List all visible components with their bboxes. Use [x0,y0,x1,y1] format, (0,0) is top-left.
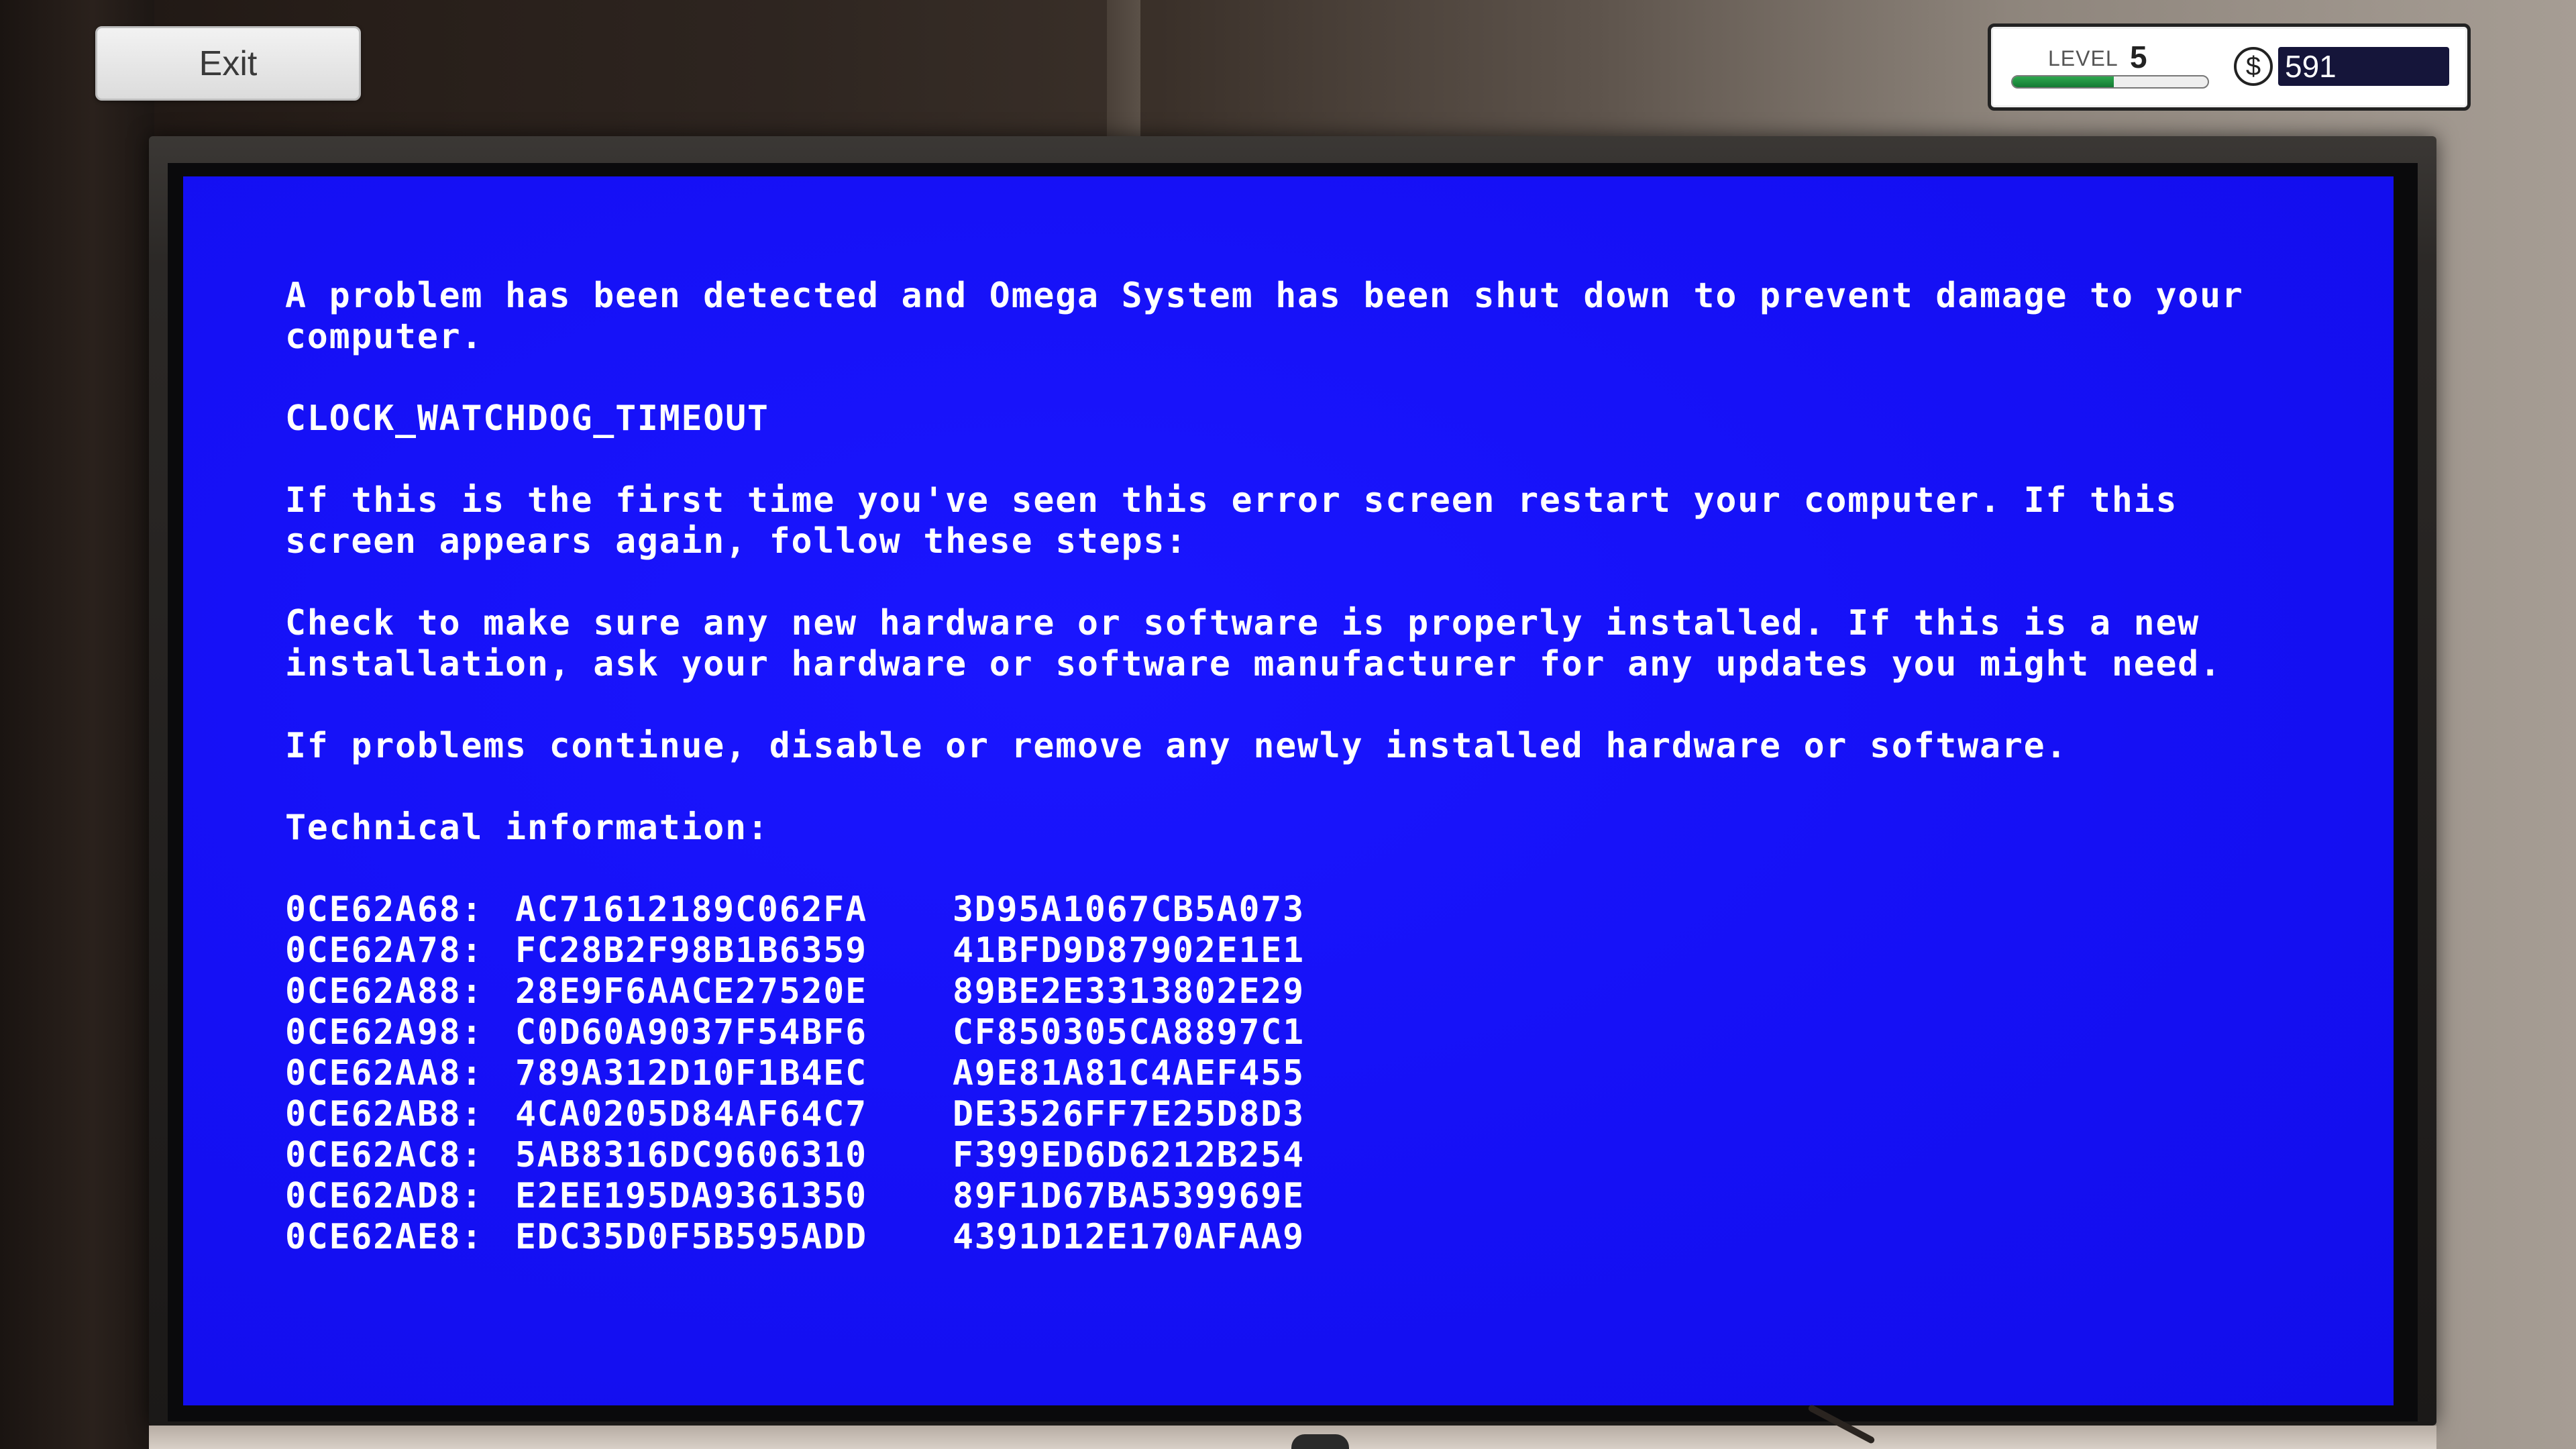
dump-value-2: F399ED6D6212B254 [953,1135,1305,1175]
level-value: 5 [2130,40,2147,74]
bsod-first-time: If this is the first time you've seen th… [285,480,2200,561]
level-progress-fill [2012,76,2114,87]
dump-value-1: EDC35D0F5B595ADD [515,1217,867,1257]
dump-value-2: 4391D12E170AFAA9 [953,1217,1305,1257]
dump-value-2: CF850305CA8897C1 [953,1012,1305,1053]
level-label: LEVEL [2048,46,2118,70]
dump-address: 0CE62AB8: [285,1094,484,1134]
bsod-tech-header: Technical information: [285,808,769,848]
bsod-check-steps: Check to make sure any new hardware or s… [285,603,2222,684]
dump-value-1: C0D60A9037F54BF6 [515,1012,867,1053]
dump-value-1: AC71612189C062FA [515,890,867,930]
dump-row: 0CE62A68: AC71612189C062FA 3D95A1067CB5A… [285,890,2394,930]
dump-row: 0CE62AD8: E2EE195DA9361350 89F1D67BA5399… [285,1176,2394,1217]
dump-value-2: 89BE2E3313802E29 [953,971,1305,1012]
dollar-coin-icon: $ [2234,47,2273,86]
bsod-problems-continue: If problems continue, disable or remove … [285,726,2068,766]
dump-row: 0CE62A88: 28E9F6AACE27520E 89BE2E3313802… [285,971,2394,1012]
dump-value-2: 41BFD9D87902E1E1 [953,930,1305,971]
dump-value-2: 89F1D67BA539969E [953,1176,1305,1216]
dump-value-2: DE3526FF7E25D8D3 [953,1094,1305,1134]
money-display: 591 [2278,47,2449,86]
room-wall [0,0,154,1449]
dump-address: 0CE62A78: [285,930,484,971]
dump-address: 0CE62AD8: [285,1176,484,1216]
dump-address: 0CE62A98: [285,1012,484,1053]
dump-address: 0CE62AA8: [285,1053,484,1093]
dump-value-2: A9E81A81C4AEF455 [953,1053,1305,1093]
dump-value-1: E2EE195DA9361350 [515,1176,867,1216]
dump-value-1: 4CA0205D84AF64C7 [515,1094,867,1134]
level-progress-bar [2011,75,2209,89]
bsod-dump-table: 0CE62A68: AC71612189C062FA 3D95A1067CB5A… [285,890,2394,1258]
wall-panel [1107,0,1140,141]
mouse-icon [1291,1434,1349,1449]
dump-address: 0CE62AE8: [285,1217,484,1257]
bsod-error-code: CLOCK_WATCHDOG_TIMEOUT [285,398,769,439]
blue-screen: A problem has been detected and Omega Sy… [183,176,2394,1405]
dump-row: 0CE62AE8: EDC35D0F5B595ADD 4391D12E170AF… [285,1217,2394,1258]
dump-row: 0CE62A98: C0D60A9037F54BF6 CF850305CA889… [285,1012,2394,1053]
dump-value-1: 5AB8316DC9606310 [515,1135,867,1175]
dump-row: 0CE62A78: FC28B2F98B1B6359 41BFD9D87902E… [285,930,2394,971]
dump-address: 0CE62A68: [285,890,484,930]
dump-value-1: 28E9F6AACE27520E [515,971,867,1012]
dump-value-2: 3D95A1067CB5A073 [953,890,1305,930]
dump-row: 0CE62AC8: 5AB8316DC9606310 F399ED6D6212B… [285,1135,2394,1176]
dump-row: 0CE62AA8: 789A312D10F1B4EC A9E81A81C4AEF… [285,1053,2394,1094]
dump-value-1: 789A312D10F1B4EC [515,1053,867,1093]
bsod-intro: A problem has been detected and Omega Sy… [285,276,2266,357]
hud-status-panel: LEVEL 5 $ 591 [1988,23,2471,111]
dump-row: 0CE62AB8: 4CA0205D84AF64C7 DE3526FF7E25D… [285,1094,2394,1135]
dump-address: 0CE62AC8: [285,1135,484,1175]
dump-value-1: FC28B2F98B1B6359 [515,930,867,971]
dump-address: 0CE62A88: [285,971,484,1012]
exit-button[interactable]: Exit [95,26,361,101]
